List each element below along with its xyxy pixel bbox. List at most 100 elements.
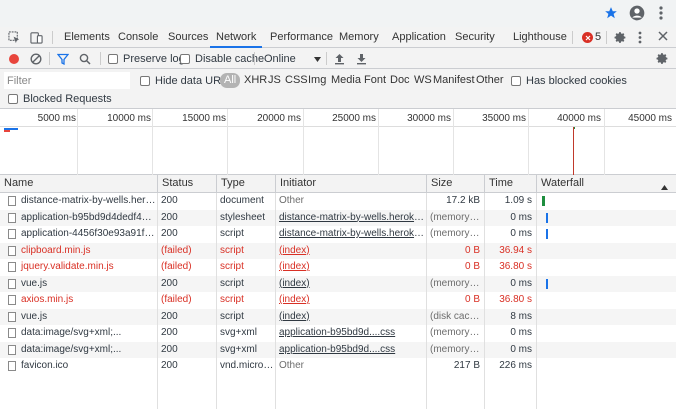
tab-application[interactable]: Application [392, 27, 446, 48]
close-devtools-icon[interactable] [658, 31, 668, 44]
export-har-icon[interactable] [356, 48, 367, 69]
cell-initiator[interactable]: (index) [275, 309, 426, 325]
cell-name[interactable]: application-4456f30e93a91fa6... [17, 226, 157, 242]
hide-data-urls-box[interactable] [140, 75, 150, 86]
table-row[interactable]: favicon.ico 200 vnd.micros... Other 217 B 226… [0, 358, 676, 375]
cell-type: script [220, 294, 244, 305]
error-icon[interactable] [582, 32, 593, 43]
blocked-requests-box[interactable] [8, 93, 18, 104]
blocked-requests-checkbox[interactable]: Blocked Requests [8, 88, 112, 109]
cell-initiator[interactable]: application-b95bd9d....css [275, 325, 426, 341]
cell-type: script [220, 244, 244, 256]
network-overview[interactable]: 5000 ms 10000 ms 15000 ms 20000 ms 25000… [0, 109, 676, 175]
throttling-select[interactable]: Online [264, 48, 321, 69]
table-row[interactable]: distance-matrix-by-wells.herok... 200 docu… [0, 193, 676, 210]
table-row[interactable]: data:image/svg+xml;... 200 svg+xml applicat… [0, 325, 676, 342]
disable-cache-checkbox[interactable]: Disable cache [180, 48, 264, 69]
filter-type-manifest[interactable]: Manifest [431, 73, 477, 88]
network-settings-icon[interactable] [656, 48, 669, 69]
tab-security[interactable]: Security [455, 27, 495, 48]
cell-status: 200 [161, 211, 178, 223]
preserve-log-checkbox[interactable]: Preserve log [108, 48, 185, 69]
table-row[interactable]: vue.js 200 script (index) (memory c... 0 ms [0, 275, 676, 292]
filter-type-img[interactable]: Img [306, 73, 328, 88]
filter-type-all[interactable]: All [220, 73, 241, 88]
tab-memory[interactable]: Memory [339, 27, 379, 48]
filter-type-doc[interactable]: Doc [388, 73, 412, 88]
disable-cache-box[interactable] [180, 53, 190, 64]
waterfall-bar [546, 212, 548, 223]
tab-console[interactable]: Console [118, 27, 158, 48]
preserve-log-box[interactable] [108, 53, 118, 64]
header-status[interactable]: Status [157, 175, 216, 193]
cell-initiator: Other [279, 360, 305, 371]
cell-name[interactable]: axios.min.js [17, 292, 157, 308]
cell-name[interactable]: vue.js [17, 309, 157, 325]
table-row[interactable]: axios.min.js (failed) script (index) 0 B 36.8… [0, 292, 676, 309]
record-icon[interactable] [8, 48, 20, 69]
header-time[interactable]: Time [484, 175, 536, 193]
cell-initiator[interactable]: distance-matrix-by-wells.herokua... [275, 210, 426, 226]
more-vert-icon[interactable] [652, 4, 670, 22]
header-size[interactable]: Size [426, 175, 484, 193]
cell-status: (failed) [161, 244, 192, 256]
inspect-element-icon[interactable] [8, 31, 21, 47]
table-row[interactable]: jquery.validate.min.js (failed) script (ind… [0, 259, 676, 276]
cell-status: 200 [161, 343, 178, 355]
has-blocked-cookies-checkbox[interactable]: Has blocked cookies [511, 70, 627, 91]
cell-initiator[interactable]: (index) [275, 276, 426, 292]
cell-size: 0 B [464, 261, 480, 272]
cell-initiator[interactable]: (index) [275, 259, 426, 275]
filter-input[interactable] [4, 72, 130, 89]
tab-network[interactable]: Network [210, 27, 263, 48]
blocked-requests-label: Blocked Requests [23, 92, 112, 105]
cell-name[interactable]: jquery.validate.min.js [17, 259, 157, 275]
clear-icon[interactable] [30, 48, 42, 69]
account-icon[interactable] [628, 4, 646, 22]
table-row[interactable]: application-b95bd9d4dedf4d9... 200 stylesh… [0, 209, 676, 226]
tab-performance[interactable]: Performance [270, 27, 333, 48]
filter-type-media[interactable]: Media [329, 73, 363, 88]
header-waterfall[interactable]: Waterfall [536, 175, 676, 193]
cell-status: (failed) [161, 294, 192, 305]
header-name[interactable]: Name [0, 175, 157, 193]
filter-type-font[interactable]: Font [362, 73, 388, 88]
tab-elements[interactable]: Elements [64, 27, 110, 48]
table-row[interactable]: data:image/svg+xml;... 200 svg+xml applicat… [0, 341, 676, 358]
filter-type-js[interactable]: JS [266, 73, 283, 88]
cell-name[interactable]: vue.js [17, 276, 157, 292]
cell-name[interactable]: data:image/svg+xml;... [17, 325, 157, 341]
error-count[interactable]: 5 [595, 27, 601, 48]
device-toolbar-icon[interactable] [30, 31, 43, 47]
header-type[interactable]: Type [216, 175, 275, 193]
cell-initiator[interactable]: distance-matrix-by-wells.herokua... [275, 226, 426, 242]
table-row[interactable]: clipboard.min.js (failed) script (index) 0 B… [0, 242, 676, 259]
table-row[interactable]: vue.js 200 script (index) (disk cache) 8 ms [0, 308, 676, 325]
cell-name[interactable]: application-b95bd9d4dedf4d9... [17, 210, 157, 226]
has-blocked-cookies-box[interactable] [511, 75, 521, 86]
cell-name[interactable]: distance-matrix-by-wells.herok... [17, 193, 157, 209]
cell-name[interactable]: data:image/svg+xml;... [17, 342, 157, 358]
settings-gear-icon[interactable] [614, 31, 627, 47]
cell-initiator[interactable]: application-b95bd9d....css [275, 342, 426, 358]
cell-time: 36.80 s [499, 294, 532, 305]
import-har-icon[interactable] [334, 48, 345, 69]
filter-type-other[interactable]: Other [474, 73, 506, 88]
tick-label: 35000 ms [482, 113, 526, 124]
cell-initiator[interactable]: (index) [275, 292, 426, 308]
filter-funnel-icon[interactable] [57, 48, 69, 69]
sort-ascending-icon[interactable] [661, 181, 668, 193]
cell-initiator[interactable]: (index) [275, 243, 426, 259]
header-initiator[interactable]: Initiator [275, 175, 426, 193]
star-icon[interactable] [602, 4, 620, 22]
tab-lighthouse[interactable]: Lighthouse [513, 27, 567, 48]
table-row[interactable]: application-4456f30e93a91fa6... 200 script… [0, 226, 676, 243]
cell-name[interactable]: favicon.ico [17, 358, 157, 374]
customize-menu-icon[interactable] [638, 31, 642, 47]
search-icon[interactable] [79, 48, 91, 69]
file-icon [8, 245, 16, 256]
throttling-value: Online [264, 52, 296, 65]
tab-sources[interactable]: Sources [168, 27, 208, 48]
cell-name[interactable]: clipboard.min.js [17, 243, 157, 259]
hide-data-urls-checkbox[interactable]: Hide data URLs [140, 70, 233, 91]
